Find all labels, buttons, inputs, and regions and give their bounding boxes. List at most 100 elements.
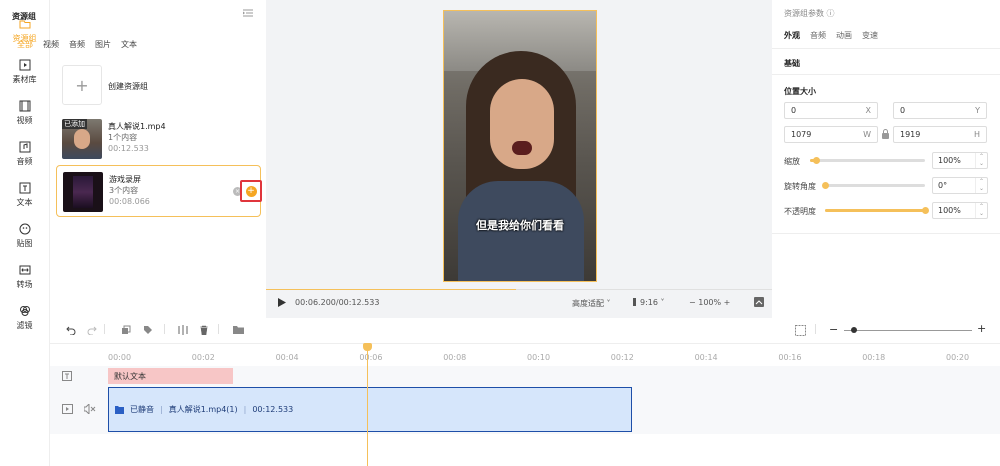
- video-track-icon[interactable]: [62, 404, 73, 416]
- position-size-label: 位置大小: [784, 87, 816, 96]
- zoom-in-icon[interactable]: +: [977, 322, 986, 335]
- zoom-out-icon[interactable]: −: [829, 323, 838, 336]
- opacity-input[interactable]: 100% ⌃ ⌄: [932, 202, 988, 219]
- rotation-slider[interactable]: [822, 182, 925, 189]
- folder-icon: [115, 405, 124, 414]
- item-name: 游戏录屏: [109, 175, 141, 184]
- height-field[interactable]: 1919 H: [893, 126, 987, 143]
- tab-all[interactable]: 全部: [17, 39, 33, 50]
- width-field[interactable]: 1079 W: [784, 126, 878, 143]
- undo-icon[interactable]: [66, 325, 76, 337]
- plus-icon: +: [75, 75, 89, 95]
- delete-icon[interactable]: [199, 325, 209, 337]
- video-clip[interactable]: 已静音 | 真人解说1.mp4(1) | 00:12.533: [108, 387, 632, 432]
- text-icon: [19, 182, 30, 193]
- clip-duration: 00:12.533: [252, 405, 294, 414]
- video-subtitle: 但是我给你们看看: [476, 219, 564, 232]
- text-track-icon: [62, 371, 72, 383]
- fullscreen-icon[interactable]: [754, 297, 764, 309]
- tab-appearance[interactable]: 外观: [784, 30, 800, 41]
- nav-item-7[interactable]: 滤镜: [0, 297, 49, 338]
- ruler-tick: 00:18: [862, 353, 886, 362]
- tab-audio[interactable]: 音频: [69, 39, 85, 50]
- scale-input[interactable]: 100% ⌃ ⌄: [932, 152, 988, 169]
- nav-item-4[interactable]: 文本: [0, 174, 49, 215]
- scale-slider[interactable]: [810, 157, 925, 164]
- tab-video[interactable]: 视频: [43, 39, 59, 50]
- copy-icon[interactable]: [121, 325, 131, 337]
- ruler-tick: 00:04: [275, 353, 299, 362]
- ruler-tick: 00:12: [610, 353, 634, 362]
- resource-item-selected[interactable]: 游戏录屏 3个内容 00:08.066 × +: [56, 165, 262, 217]
- ruler-tick: 00:08: [443, 353, 467, 362]
- y-field[interactable]: 0Y: [893, 102, 987, 119]
- item-count: 1个内容: [108, 133, 138, 142]
- play-square-icon: [19, 59, 30, 70]
- playback-time: 00:06.200/00:12.533: [295, 298, 380, 307]
- split-icon[interactable]: [178, 325, 188, 337]
- nav-label: 视频: [16, 115, 33, 125]
- nav-label: 素材库: [12, 74, 37, 84]
- text-clip[interactable]: 默认文本: [108, 368, 233, 384]
- nav-label: 转场: [16, 279, 33, 289]
- nav-item-1[interactable]: 素材库: [0, 51, 49, 92]
- nav-item-6[interactable]: 转场: [0, 256, 49, 297]
- video-thumbnail: 已添加: [62, 119, 102, 159]
- lock-icon[interactable]: [881, 129, 890, 141]
- redo-icon[interactable]: [87, 325, 97, 337]
- rotation-label: 旋转角度: [784, 182, 816, 191]
- nav-label: 贴图: [16, 238, 33, 248]
- tag-icon[interactable]: [143, 325, 153, 337]
- music-icon: [19, 141, 30, 152]
- x-field[interactable]: 0X: [784, 102, 878, 119]
- folder-icon[interactable]: [233, 325, 244, 337]
- preview-progress[interactable]: [266, 289, 772, 290]
- nav-item-3[interactable]: 音频: [0, 133, 49, 174]
- added-badge: 已添加: [62, 119, 87, 129]
- tab-text[interactable]: 文本: [121, 39, 137, 50]
- nav-label: 文本: [16, 197, 33, 207]
- tab-speed[interactable]: 变速: [862, 30, 878, 41]
- playhead[interactable]: [367, 345, 368, 466]
- item-count: 3个内容: [109, 186, 139, 195]
- resource-tabs: 全部 视频 音频 图片 文本: [17, 39, 137, 50]
- timeline-zoom-slider[interactable]: [844, 327, 972, 333]
- collapse-icon[interactable]: [243, 9, 253, 19]
- aspect-value: 9:16 ˅: [640, 298, 665, 307]
- opacity-slider[interactable]: [825, 207, 929, 214]
- sticker-icon: [19, 223, 30, 234]
- playhead-handle[interactable]: [363, 343, 372, 351]
- clip-name: 真人解说1.mp4(1): [168, 405, 238, 414]
- ruler-tick: 00:10: [527, 353, 551, 362]
- nav-item-2[interactable]: 视频: [0, 92, 49, 133]
- resource-item[interactable]: 已添加 真人解说1.mp4 1个内容 00:12.533: [56, 113, 261, 165]
- zoom-control[interactable]: − 100% +: [689, 298, 730, 307]
- mute-icon[interactable]: [83, 402, 96, 416]
- item-duration: 00:08.066: [109, 197, 150, 206]
- create-group-button[interactable]: +: [62, 65, 102, 105]
- ruler-tick: 00:16: [778, 353, 802, 362]
- video-thumbnail: [63, 172, 103, 212]
- item-duration: 00:12.533: [108, 144, 149, 153]
- ruler-tick: 00:00: [108, 353, 132, 362]
- fit-select[interactable]: 高度适配 ˅: [572, 298, 611, 309]
- aspect-select[interactable]: 9:16 ˅: [633, 298, 665, 307]
- ruler-tick: 00:06: [359, 353, 383, 362]
- nav-item-5[interactable]: 贴图: [0, 215, 49, 256]
- tab-image[interactable]: 图片: [95, 39, 111, 50]
- video-preview[interactable]: 但是我给你们看看: [443, 10, 597, 282]
- tab-audio[interactable]: 音频: [810, 30, 826, 41]
- fit-timeline-icon[interactable]: [795, 325, 806, 338]
- filter-icon: [19, 305, 30, 316]
- rotation-input[interactable]: 0° ⌃ ⌄: [932, 177, 988, 194]
- props-tabs: 外观 音频 动画 变速: [784, 30, 878, 41]
- ruler-tick: 00:20: [946, 353, 970, 362]
- film-icon: [19, 100, 30, 111]
- transition-icon: [19, 265, 30, 274]
- add-icon: +: [245, 185, 257, 197]
- add-to-track-button[interactable]: +: [240, 180, 262, 202]
- panel-title: 资源组: [12, 12, 36, 21]
- tab-animation[interactable]: 动画: [836, 30, 852, 41]
- play-icon[interactable]: [278, 298, 286, 309]
- props-title: 资源组参数 ⓘ: [784, 9, 835, 18]
